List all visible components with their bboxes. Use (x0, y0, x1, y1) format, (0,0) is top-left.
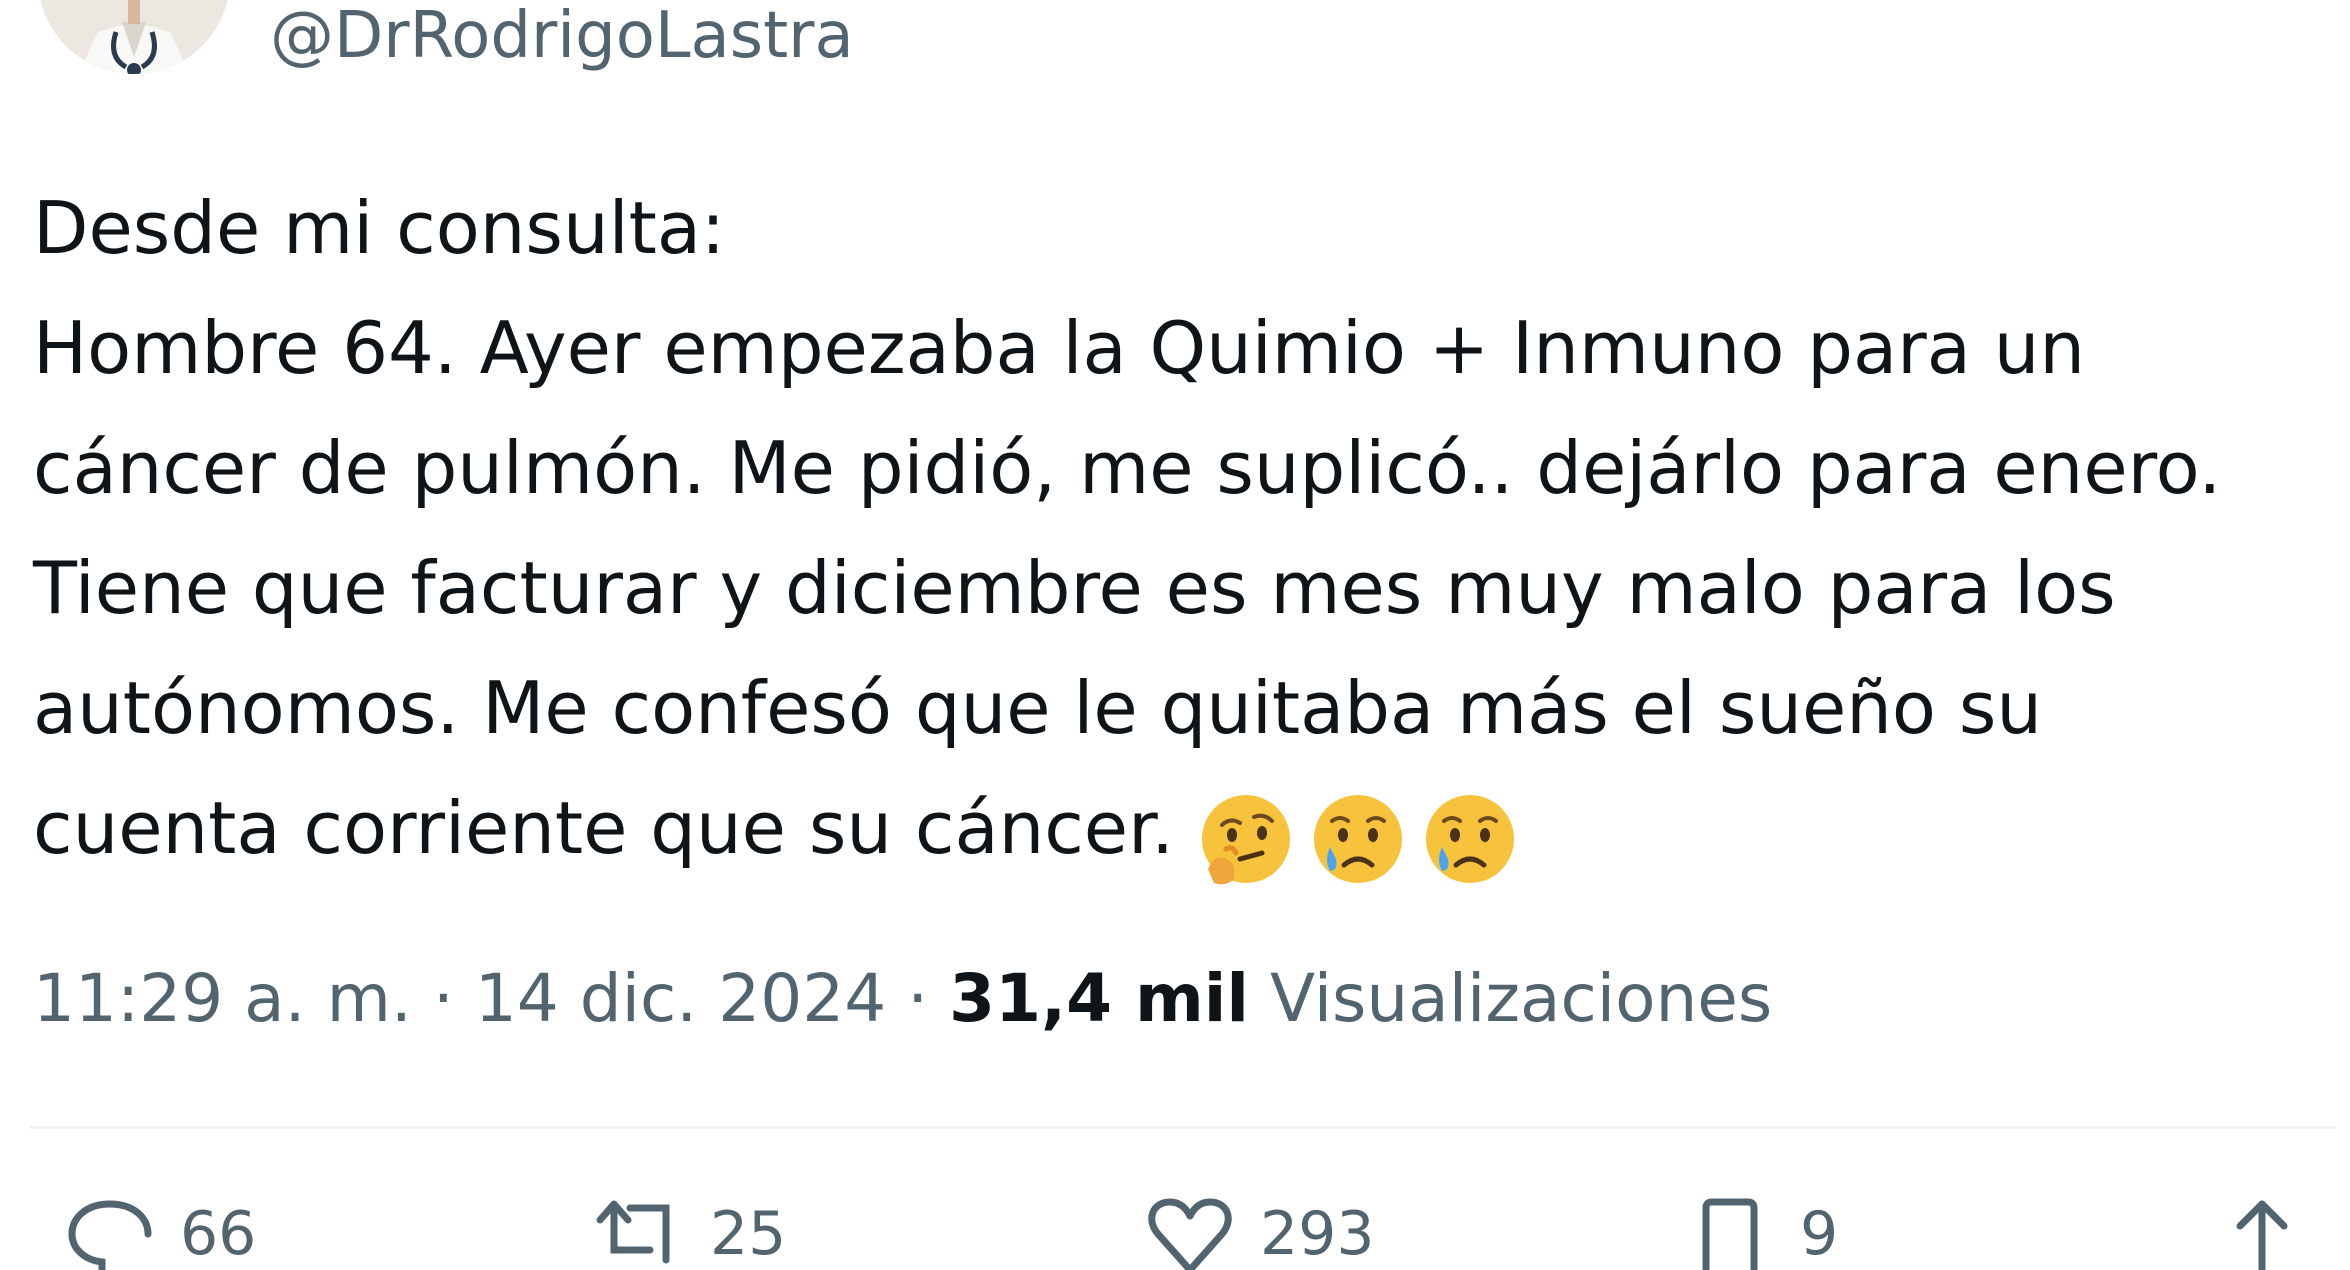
reply-count: 66 (180, 1199, 257, 1269)
tweet-line: Desde mi consulta: (33, 186, 726, 270)
tweet-line: cáncer de pulmón. Me pidió, me suplicó..… (33, 426, 2222, 510)
doctor-portrait-icon (38, 0, 230, 74)
divider (30, 1126, 2336, 1129)
meta-separator: · (907, 960, 929, 1037)
tweet-date[interactable]: 14 dic. 2024 (475, 960, 886, 1037)
tweet-time[interactable]: 11:29 a. m. (33, 960, 412, 1037)
retweet-count: 25 (710, 1199, 787, 1269)
tweet-last-line: cuenta corriente que su cáncer. (33, 768, 2333, 888)
views-count: 31,4 mil (949, 960, 1250, 1037)
tweet-line-text: cuenta corriente que su cáncer. (33, 786, 1174, 870)
tweet-line: Tiene que facturar y diciembre es mes mu… (33, 546, 2116, 630)
like-count: 293 (1260, 1199, 1375, 1269)
share-icon (2236, 1200, 2288, 1270)
thinking-face-icon (1201, 794, 1290, 885)
heart-icon (1148, 1198, 1232, 1270)
bookmark-icon (1702, 1198, 1758, 1270)
retweet-icon (596, 1200, 670, 1264)
action-bar: 66 25 293 9 (0, 1190, 2350, 1270)
reply-icon (68, 1200, 152, 1270)
avatar[interactable] (38, 0, 230, 74)
meta-separator: · (432, 960, 454, 1037)
tweet-line: Hombre 64. Ayer empezaba la Quimio + Inm… (33, 306, 2085, 390)
views-label: Visualizaciones (1270, 960, 1773, 1037)
bookmark-count: 9 (1800, 1199, 1839, 1269)
author-handle[interactable]: @DrRodrigoLastra (270, 4, 854, 68)
tweet-meta: 11:29 a. m. · 14 dic. 2024 · 31,4 mil Vi… (33, 966, 1772, 1032)
tweet-line: autónomos. Me confesó que le quitaba más… (33, 666, 2042, 750)
crying-face-icon (1313, 794, 1402, 883)
crying-face-icon (1425, 794, 1514, 883)
tweet-text: Desde mi consulta: Hombre 64. Ayer empez… (33, 168, 2333, 888)
emoji-group (1196, 775, 1532, 885)
